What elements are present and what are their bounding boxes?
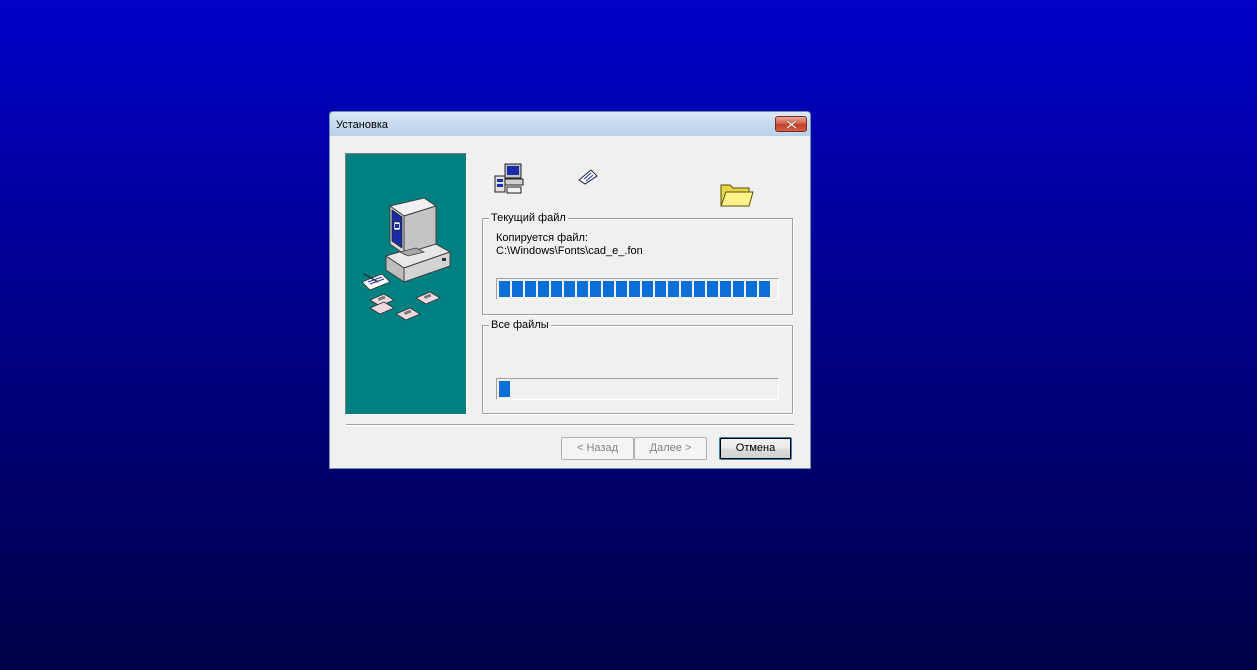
computer-with-floppies-icon — [361, 197, 452, 321]
current-file-progress-fill — [499, 281, 770, 297]
close-icon — [786, 120, 797, 129]
all-files-progress-fill — [499, 381, 510, 397]
current-file-path: C:\Windows\Fonts\cad_e_.fon — [496, 245, 643, 257]
close-button[interactable] — [775, 116, 807, 132]
title-bar[interactable]: Установка — [330, 112, 810, 136]
copying-status-label: Копируется файл: — [496, 232, 588, 244]
window-title: Установка — [336, 119, 388, 131]
folder-icon — [720, 184, 754, 207]
setup-illustration-panel — [345, 153, 467, 415]
dialog-client: Текущий файл Копируется файл: C:\Windows… — [330, 136, 810, 468]
flying-document-icon — [578, 169, 598, 185]
current-file-legend: Текущий файл — [489, 212, 568, 225]
all-files-group: Все файлы — [482, 319, 793, 414]
next-button[interactable]: Далее > — [634, 437, 707, 460]
current-file-progress-bar — [496, 278, 779, 300]
back-button[interactable]: < Назад — [561, 437, 634, 460]
all-files-legend: Все файлы — [489, 319, 551, 332]
computer-setup-icon — [494, 163, 524, 194]
setup-dialog: Установка Текущий файл Копируется файл: … — [329, 111, 811, 469]
all-files-progress-bar — [496, 378, 779, 400]
button-separator — [346, 424, 794, 426]
current-file-group: Текущий файл Копируется файл: C:\Windows… — [482, 212, 793, 315]
cancel-button[interactable]: Отмена — [719, 437, 792, 460]
